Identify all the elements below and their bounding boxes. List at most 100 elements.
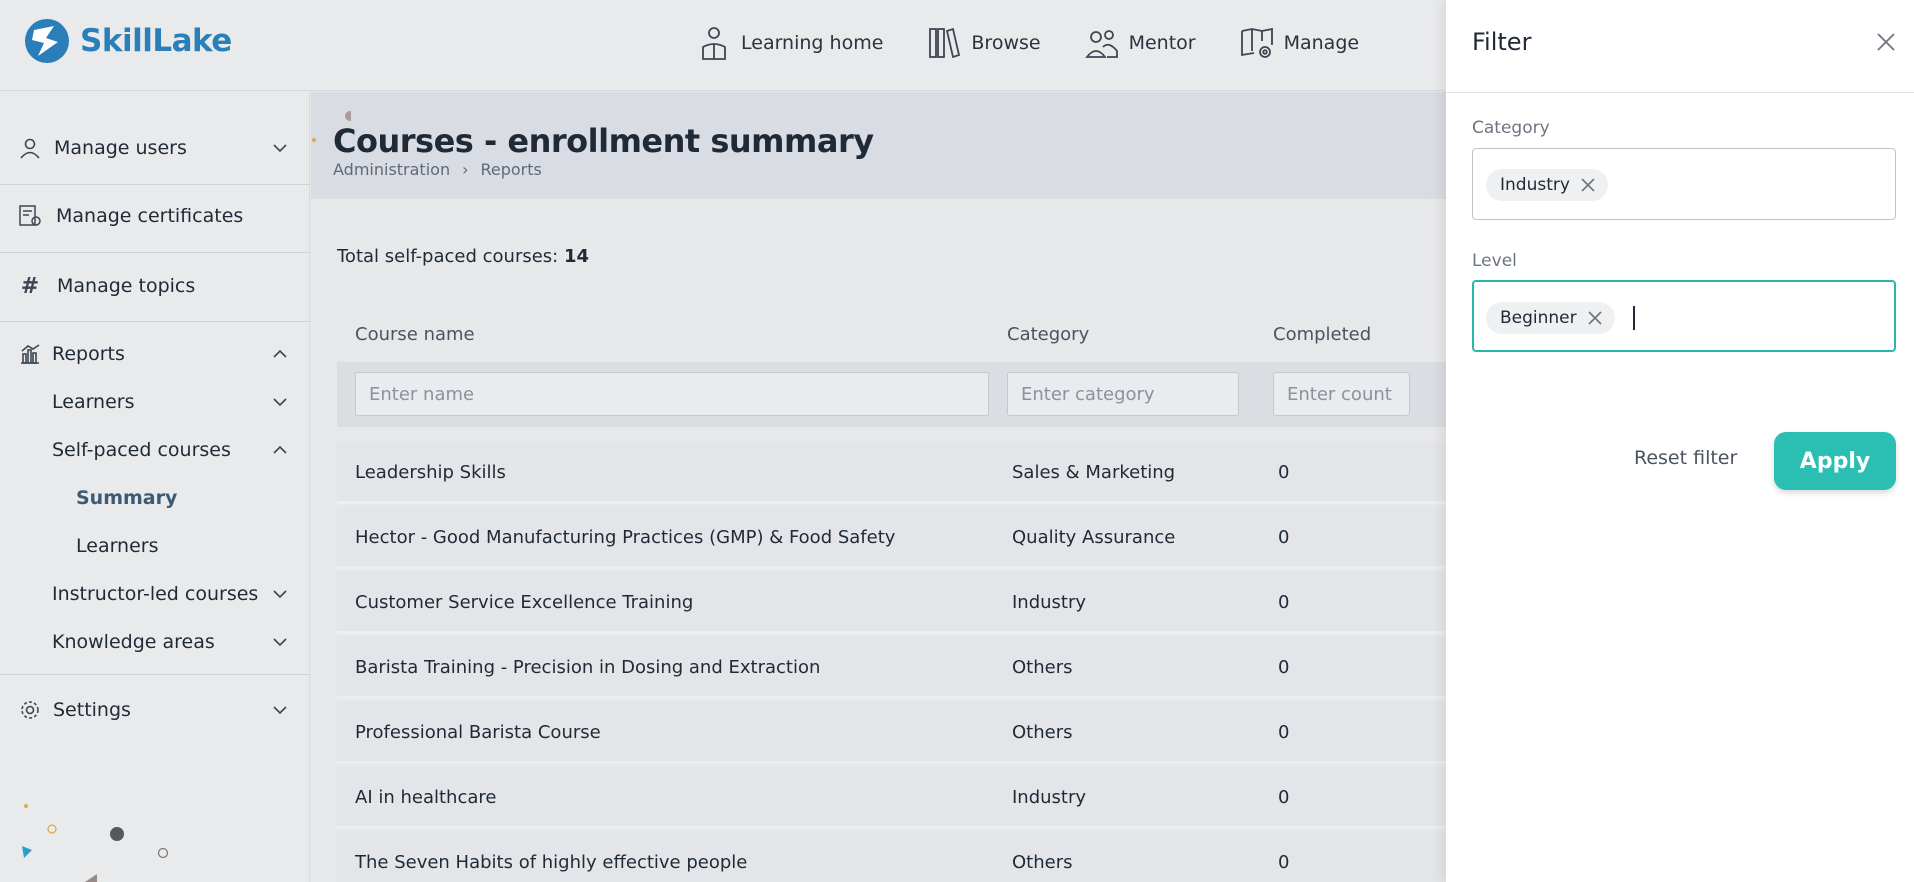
skilllake-logo-icon	[25, 19, 69, 63]
chevron-up-icon[interactable]	[272, 346, 288, 362]
nav-browse[interactable]: Browse	[927, 22, 1062, 64]
breadcrumb: Administration › Reports	[333, 160, 542, 179]
logo-text: SkillLake	[80, 23, 232, 59]
sidebar-item-reports[interactable]: Reports	[0, 338, 310, 370]
sidebar-item-sub-learners[interactable]: Learners	[0, 530, 310, 562]
certificate-icon	[18, 204, 42, 228]
divider	[0, 184, 310, 185]
cell-course-name: The Seven Habits of highly effective peo…	[355, 852, 748, 873]
chevron-down-icon[interactable]	[272, 140, 288, 156]
cell-category: Others	[1012, 722, 1073, 743]
sidebar-item-manage-certificates[interactable]: Manage certificates	[0, 200, 310, 232]
sidebar-item-settings[interactable]: Settings	[0, 694, 310, 726]
table-row[interactable]: Hector - Good Manufacturing Practices (G…	[337, 507, 1457, 569]
cell-category: Quality Assurance	[1012, 527, 1176, 548]
level-label: Level	[1472, 251, 1517, 271]
mentor-icon	[1084, 30, 1118, 58]
breadcrumb-item[interactable]: Reports	[480, 160, 541, 179]
completed-filter-input[interactable]	[1273, 372, 1410, 416]
sidebar-item-instructor-led-courses[interactable]: Instructor-led courses	[0, 578, 310, 610]
level-chip: Beginner	[1486, 302, 1615, 334]
cell-course-name: Barista Training - Precision in Dosing a…	[355, 657, 821, 678]
apply-button[interactable]: Apply	[1774, 432, 1896, 490]
breadcrumb-item[interactable]: Administration	[333, 160, 450, 179]
nav-label: Mentor	[1128, 32, 1196, 54]
sidebar-item-manage-topics[interactable]: # Manage topics	[0, 270, 310, 302]
sidebar-item-label: Self-paced courses	[52, 439, 231, 461]
main-nav: Learning home Browse Mentor Manage	[697, 22, 1403, 64]
manage-icon	[1240, 27, 1273, 58]
category-filter-input[interactable]	[1007, 372, 1239, 416]
sidebar-item-summary[interactable]: Summary	[0, 482, 310, 514]
sidebar-item-label: Manage users	[54, 137, 187, 159]
filter-panel-header: Filter	[1446, 0, 1914, 93]
cell-completed: 0	[1278, 787, 1290, 808]
divider	[0, 321, 310, 322]
cell-category: Industry	[1012, 787, 1087, 808]
breadcrumb-separator-icon: ›	[462, 160, 469, 179]
sidebar-item-manage-users[interactable]: Manage users	[0, 132, 310, 164]
cell-category: Sales & Marketing	[1012, 462, 1176, 483]
table-row[interactable]: Customer Service Excellence Training Ind…	[337, 572, 1457, 634]
total-value: 14	[563, 246, 590, 267]
sidebar-item-label: Manage certificates	[56, 205, 244, 227]
close-icon[interactable]	[1874, 30, 1898, 54]
chevron-down-icon[interactable]	[272, 586, 288, 602]
total-courses: Total self-paced courses: 14	[337, 246, 589, 267]
logo[interactable]: SkillLake	[24, 16, 232, 66]
chevron-down-icon[interactable]	[272, 394, 288, 410]
reset-filter-button[interactable]: Reset filter	[1634, 447, 1737, 469]
remove-chip-icon[interactable]	[1580, 177, 1596, 193]
sidebar: Manage users Manage certificates # Manag…	[0, 92, 310, 882]
table-row[interactable]: The Seven Habits of highly effective peo…	[337, 832, 1457, 882]
nav-mentor[interactable]: Mentor	[1084, 22, 1218, 64]
cell-completed: 0	[1278, 592, 1290, 613]
bar-chart-icon	[18, 342, 42, 366]
nav-label: Browse	[971, 32, 1041, 54]
nav-manage[interactable]: Manage	[1240, 22, 1381, 64]
table-row[interactable]: AI in healthcare Industry 0	[337, 767, 1457, 829]
sidebar-item-knowledge-areas[interactable]: Knowledge areas	[0, 626, 310, 658]
chevron-down-icon[interactable]	[272, 702, 288, 718]
chevron-up-icon[interactable]	[272, 442, 288, 458]
sidebar-item-label: Learners	[52, 391, 135, 413]
level-multiselect[interactable]: Beginner	[1472, 280, 1896, 352]
text-caret	[1633, 306, 1635, 330]
filter-panel-title: Filter	[1472, 28, 1532, 56]
hash-icon: #	[20, 273, 40, 299]
table-row[interactable]: Barista Training - Precision in Dosing a…	[337, 637, 1457, 699]
main-content: Courses - enrollment summary Administrat…	[311, 92, 1457, 882]
chip-label: Beginner	[1500, 308, 1577, 328]
nav-learning-home[interactable]: Learning home	[697, 22, 905, 64]
name-filter-input[interactable]	[355, 372, 989, 416]
cell-course-name: Leadership Skills	[355, 462, 506, 483]
cell-course-name: AI in healthcare	[355, 787, 497, 808]
total-label: Total self-paced courses:	[337, 246, 559, 267]
cell-category: Others	[1012, 657, 1073, 678]
cell-category: Others	[1012, 852, 1073, 873]
decorative-shapes	[22, 804, 169, 882]
page-header: Courses - enrollment summary Administrat…	[311, 92, 1446, 199]
sidebar-item-label: Reports	[52, 343, 125, 365]
gear-icon	[18, 698, 42, 722]
remove-chip-icon[interactable]	[1587, 310, 1603, 326]
cell-completed: 0	[1278, 852, 1290, 873]
user-icon	[18, 136, 42, 160]
column-header-completed[interactable]: Completed	[1273, 324, 1371, 345]
column-header-category[interactable]: Category	[1007, 324, 1089, 345]
cell-course-name: Customer Service Excellence Training	[355, 592, 694, 613]
cell-completed: 0	[1278, 657, 1290, 678]
learning-home-icon	[702, 27, 726, 60]
nav-label: Learning home	[741, 32, 884, 54]
filter-panel: Filter Category Industry Level Beginner …	[1446, 0, 1914, 882]
category-multiselect[interactable]: Industry	[1472, 148, 1896, 220]
chevron-down-icon[interactable]	[272, 634, 288, 650]
column-header-course-name[interactable]: Course name	[355, 324, 475, 345]
category-chip: Industry	[1486, 169, 1608, 201]
table-row[interactable]: Professional Barista Course Others 0	[337, 702, 1457, 764]
sidebar-item-label: Knowledge areas	[52, 631, 215, 653]
sidebar-item-self-paced-courses[interactable]: Self-paced courses	[0, 434, 310, 466]
table-row[interactable]: Leadership Skills Sales & Marketing 0	[337, 442, 1457, 504]
sidebar-item-learners[interactable]: Learners	[0, 386, 310, 418]
divider	[0, 674, 310, 675]
